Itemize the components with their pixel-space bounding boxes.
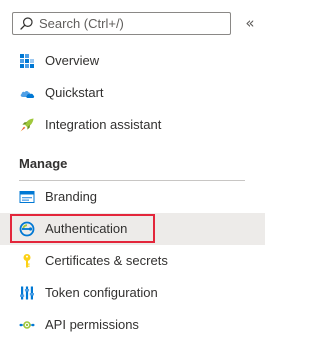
branding-icon — [19, 189, 35, 205]
search-icon — [20, 17, 33, 30]
sidebar-item-label: Certificates & secrets — [45, 253, 168, 268]
sidebar-item-authentication[interactable]: Authentication — [0, 213, 265, 245]
sidebar-item-label: Overview — [45, 53, 100, 68]
sidebar-item-label: Token configuration — [45, 285, 158, 300]
sidebar-item-integration-assistant[interactable]: Integration assistant — [0, 109, 265, 141]
search-box[interactable] — [12, 12, 231, 35]
token-icon — [19, 285, 35, 301]
section-header-manage: Manage — [19, 156, 68, 171]
search-input[interactable] — [39, 16, 219, 31]
sidebar-item-label: Branding — [45, 189, 98, 204]
key-icon — [19, 253, 35, 269]
sidebar-item-quickstart[interactable]: Quickstart — [0, 77, 265, 109]
sidebar-item-label: Quickstart — [45, 85, 104, 100]
api-permissions-icon — [19, 317, 35, 333]
quickstart-icon — [19, 85, 35, 101]
rocket-icon — [19, 117, 35, 133]
sidebar-item-token-configuration[interactable]: Token configuration — [0, 277, 265, 309]
sidebar-item-overview[interactable]: Overview — [0, 45, 265, 77]
authentication-icon — [19, 221, 35, 237]
sidebar-item-label: Integration assistant — [45, 117, 162, 132]
sidebar-item-branding[interactable]: Branding — [0, 181, 265, 213]
sidebar-item-label: Authentication — [45, 221, 128, 236]
sidebar-item-certificates-secrets[interactable]: Certificates & secrets — [0, 245, 265, 277]
collapse-sidebar-button[interactable]: « — [242, 14, 258, 32]
overview-icon — [19, 53, 35, 69]
sidebar-item-api-permissions[interactable]: API permissions — [0, 309, 265, 341]
app-registration-nav-pane: « Overview Quickstart — [0, 0, 283, 347]
sidebar-item-label: API permissions — [45, 317, 139, 332]
